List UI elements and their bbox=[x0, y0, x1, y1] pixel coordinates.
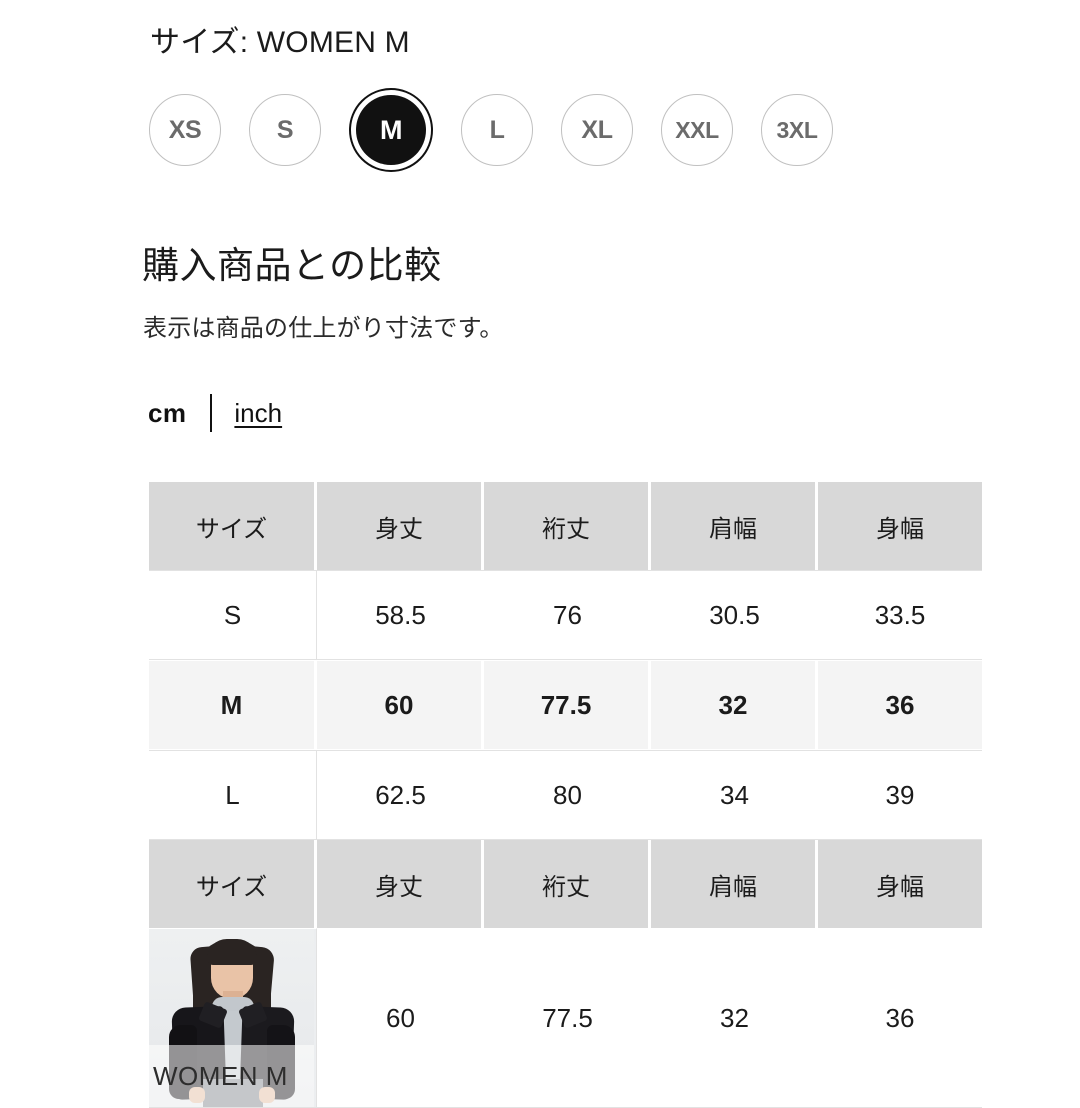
table-cell-value: 34 bbox=[651, 750, 818, 840]
table-cell-value: 36 bbox=[818, 928, 982, 1108]
table-header-cell: サイズ bbox=[149, 482, 317, 570]
table-header-cell: 身丈 bbox=[317, 482, 484, 570]
size-chip-xs[interactable]: XS bbox=[149, 94, 221, 166]
table-cell-value: 30.5 bbox=[651, 570, 818, 660]
thumbnail-caption-overlay: WOMEN M bbox=[149, 1045, 314, 1107]
table-cell-value: 39 bbox=[818, 750, 982, 840]
table-cell-value: 77.5 bbox=[484, 660, 651, 750]
size-chip-xl[interactable]: XL bbox=[561, 94, 633, 166]
size-chip-label: 3XL bbox=[776, 116, 818, 143]
size-measurement-table: サイズ 身丈 裄丈 肩幅 身幅 S 58.5 76 30.5 33.5 M 60… bbox=[149, 482, 982, 1108]
table-cell-value: 80 bbox=[484, 750, 651, 840]
size-chip-s[interactable]: S bbox=[249, 94, 321, 166]
table-header-cell: 裄丈 bbox=[484, 840, 651, 928]
table-row: L 62.5 80 34 39 bbox=[149, 750, 982, 840]
table-header-cell: 肩幅 bbox=[651, 840, 818, 928]
size-chip-l[interactable]: L bbox=[461, 94, 533, 166]
table-header-cell: 身丈 bbox=[317, 840, 484, 928]
table-cell-value: 62.5 bbox=[317, 750, 484, 840]
size-chip-selected-fill: M bbox=[356, 95, 426, 165]
table-cell-value: 33.5 bbox=[818, 570, 982, 660]
model-hair-front bbox=[207, 939, 257, 965]
size-chip-label: XS bbox=[168, 115, 202, 144]
comparison-heading: 購入商品との比較 bbox=[142, 245, 442, 286]
table-cell-value: 60 bbox=[317, 928, 484, 1108]
unit-toggle: cm inch bbox=[148, 392, 282, 434]
table-cell-size: S bbox=[149, 570, 317, 660]
comparison-subtitle: 表示は商品の仕上がり寸法です。 bbox=[143, 315, 504, 342]
table-cell-value: 60 bbox=[317, 660, 484, 750]
size-guide-page: サイズ: WOMEN M XS S M L XL XXL 3XL 購入商品との比… bbox=[0, 0, 1080, 1108]
purchased-item-thumbnail-cell[interactable]: WOMEN M bbox=[149, 928, 317, 1108]
table-cell-value: 77.5 bbox=[484, 928, 651, 1108]
size-chip-label: XXL bbox=[675, 116, 719, 143]
table-row: S 58.5 76 30.5 33.5 bbox=[149, 570, 982, 660]
size-chip-label: M bbox=[379, 114, 403, 145]
table-header-row-2: サイズ 身丈 裄丈 肩幅 身幅 bbox=[149, 840, 982, 928]
size-chip-m[interactable]: M bbox=[349, 88, 433, 172]
table-header-row: サイズ 身丈 裄丈 肩幅 身幅 bbox=[149, 482, 982, 570]
size-selector: XS S M L XL XXL 3XL bbox=[149, 88, 833, 172]
size-chip-3xl[interactable]: 3XL bbox=[761, 94, 833, 166]
table-cell-value: 32 bbox=[651, 660, 818, 750]
table-header-cell: 裄丈 bbox=[484, 482, 651, 570]
table-header-cell: 身幅 bbox=[818, 840, 982, 928]
table-cell-value: 32 bbox=[651, 928, 818, 1108]
table-header-cell: 身幅 bbox=[818, 482, 982, 570]
table-cell-value: 58.5 bbox=[317, 570, 484, 660]
table-cell-value: 76 bbox=[484, 570, 651, 660]
size-chip-label: L bbox=[489, 115, 505, 144]
thumbnail-caption-label: WOMEN M bbox=[153, 1060, 288, 1091]
product-thumbnail: WOMEN M bbox=[149, 929, 314, 1107]
size-chip-label: S bbox=[276, 115, 294, 144]
size-chip-xxl[interactable]: XXL bbox=[661, 94, 733, 166]
unit-inch-button[interactable]: inch bbox=[234, 398, 282, 429]
table-cell-value: 36 bbox=[818, 660, 982, 750]
table-header-cell: 肩幅 bbox=[651, 482, 818, 570]
table-cell-size: L bbox=[149, 750, 317, 840]
purchased-item-row: WOMEN M 60 77.5 32 36 bbox=[149, 928, 982, 1108]
table-header-cell: サイズ bbox=[149, 840, 317, 928]
table-cell-size: M bbox=[149, 660, 317, 750]
table-row-selected: M 60 77.5 32 36 bbox=[149, 660, 982, 750]
page-title: サイズ: WOMEN M bbox=[150, 26, 410, 59]
size-chip-label: XL bbox=[581, 115, 613, 144]
unit-cm-button[interactable]: cm bbox=[148, 398, 186, 429]
unit-divider bbox=[210, 394, 213, 432]
